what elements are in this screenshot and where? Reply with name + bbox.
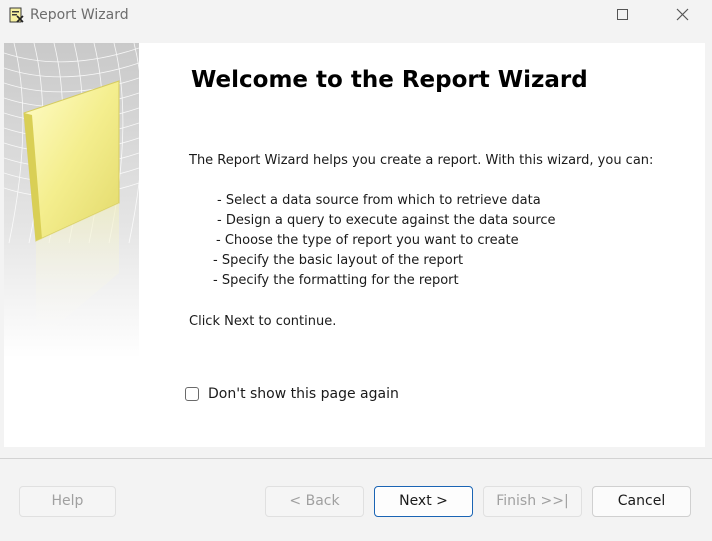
window-title: Report Wizard [30, 7, 129, 23]
maximize-button[interactable] [600, 0, 646, 30]
title-bar: Report Wizard [0, 0, 712, 30]
dont-show-again-label[interactable]: Don't show this page again [208, 386, 399, 402]
close-icon [676, 8, 689, 21]
close-button[interactable] [660, 0, 706, 30]
wizard-side-graphic [4, 43, 139, 358]
list-item: - Select a data source from which to ret… [217, 193, 541, 208]
list-item: - Choose the type of report you want to … [216, 233, 519, 248]
wizard-content-panel: Welcome to the Report Wizard The Report … [4, 43, 705, 447]
back-button[interactable]: < Back [265, 486, 364, 517]
next-button[interactable]: Next > [374, 486, 473, 517]
intro-text: The Report Wizard helps you create a rep… [189, 153, 654, 168]
dont-show-again-checkbox[interactable] [185, 387, 199, 401]
help-button[interactable]: Help [19, 486, 116, 517]
maximize-icon [617, 9, 628, 20]
finish-button[interactable]: Finish >>| [483, 486, 582, 517]
continue-instruction: Click Next to continue. [189, 314, 337, 329]
list-item: - Design a query to execute against the … [217, 213, 556, 228]
list-item: - Specify the formatting for the report [213, 273, 459, 288]
footer-divider [0, 458, 712, 459]
cancel-button[interactable]: Cancel [592, 486, 691, 517]
welcome-heading: Welcome to the Report Wizard [191, 67, 588, 93]
report-wizard-icon [8, 7, 24, 23]
list-item: - Specify the basic layout of the report [213, 253, 464, 268]
